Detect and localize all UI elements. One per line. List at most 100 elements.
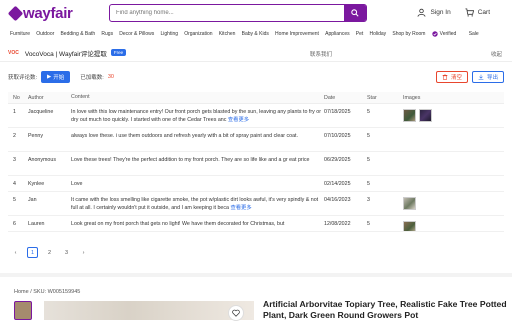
page-2[interactable]: 2 xyxy=(44,247,55,258)
extension-logo: VOC xyxy=(8,49,19,56)
contact-link[interactable]: 联系我们 xyxy=(310,50,332,58)
favorite-button[interactable] xyxy=(228,305,244,321)
nav-baby-kids[interactable]: Baby & Kids xyxy=(242,31,269,37)
search-bar xyxy=(109,4,367,22)
table-header: No Author Content Date Star Images xyxy=(8,92,504,104)
review-image-thumb[interactable] xyxy=(403,221,416,231)
row-content: Love these trees! They're the perfect ad… xyxy=(71,157,310,163)
row-content: always love these. i use them outdoors a… xyxy=(71,133,299,139)
category-nav: Furniture Outdoor Bedding & Bath Rugs De… xyxy=(0,28,512,40)
collapse-button[interactable]: 收起 xyxy=(491,50,502,58)
search-button[interactable] xyxy=(344,5,366,21)
download-icon xyxy=(478,74,484,80)
extension-title: VocoVoca | Wayfair评论提取 xyxy=(24,50,107,58)
start-button[interactable]: ▶ 开始 xyxy=(41,71,71,83)
sign-in-link[interactable]: Sign In xyxy=(417,8,451,17)
clear-button[interactable]: 清空 xyxy=(436,71,468,83)
nav-appliances[interactable]: Appliances xyxy=(325,31,349,37)
play-icon: ▶ xyxy=(47,74,52,80)
page-3[interactable]: 3 xyxy=(61,247,72,258)
nav-organization[interactable]: Organization xyxy=(184,31,212,37)
account-actions: Sign In Cart xyxy=(417,8,490,17)
row-no: 3 xyxy=(13,157,16,163)
nav-decor-pillows[interactable]: Decor & Pillows xyxy=(119,31,154,37)
view-more-link[interactable]: 查看更多 xyxy=(230,205,251,211)
row-no: 5 xyxy=(13,197,16,203)
nav-furniture[interactable]: Furniture xyxy=(10,31,30,37)
row-date: 07/10/2025 xyxy=(324,133,351,139)
row-star: 5 xyxy=(367,109,370,115)
table-row: 1 Jacqueline In love with this low maint… xyxy=(8,104,504,128)
row-date: 12/08/2022 xyxy=(324,221,351,227)
row-author: Kynlee xyxy=(28,181,45,187)
cart-link[interactable]: Cart xyxy=(465,8,490,17)
row-content-text: In love with this low maintenance entry!… xyxy=(71,109,321,123)
prev-page-icon[interactable]: ‹ xyxy=(10,247,21,258)
table-row: 6 Lauren Look great on my front porch th… xyxy=(8,216,504,232)
table-row: 4 Kynlee Love 02/14/2025 5 xyxy=(8,176,504,192)
logo-mark-icon xyxy=(7,5,24,21)
row-content: Look great on my front porch that gets n… xyxy=(71,221,285,227)
product-title: Artificial Arborvitae Topiary Tree, Real… xyxy=(263,299,507,320)
heart-icon xyxy=(232,309,240,317)
nav-shop-by-room[interactable]: Shop by Room xyxy=(392,31,425,37)
fetched-count: 30 xyxy=(107,74,114,80)
review-image-thumb[interactable] xyxy=(403,109,416,122)
user-icon xyxy=(417,8,426,17)
review-image-thumb[interactable] xyxy=(419,109,432,122)
logo-text: wayfair xyxy=(23,4,73,22)
nav-holiday[interactable]: Holiday xyxy=(370,31,387,37)
extension-header: VOC VocoVoca | Wayfair评论提取 Free xyxy=(0,44,512,62)
row-content: In love with this low maintenance entry!… xyxy=(71,109,324,124)
nav-outdoor[interactable]: Outdoor xyxy=(36,31,54,37)
sign-in-label: Sign In xyxy=(430,9,451,16)
nav-home-improvement[interactable]: Home Improvement xyxy=(275,31,319,37)
row-no: 4 xyxy=(13,181,16,187)
fetch-count-label: 获取评论数: xyxy=(8,75,38,81)
pagination: ‹ 1 2 3 › xyxy=(10,247,89,258)
nav-kitchen[interactable]: Kitchen xyxy=(219,31,236,37)
view-more-link[interactable]: 查看更多 xyxy=(228,117,249,123)
row-star: 3 xyxy=(367,197,370,203)
col-content: Content xyxy=(71,93,90,100)
row-content: It came with the loss smelling like ciga… xyxy=(71,197,324,212)
product-gallery-thumb[interactable] xyxy=(14,301,32,320)
col-author: Author xyxy=(28,94,44,101)
nav-sale[interactable]: Sale xyxy=(469,31,479,37)
cart-icon xyxy=(465,8,474,17)
row-content: Love xyxy=(71,181,83,187)
col-star: Star xyxy=(367,94,377,101)
row-images xyxy=(403,197,503,210)
row-date: 07/18/2025 xyxy=(324,109,351,115)
row-star: 5 xyxy=(367,181,370,187)
nav-verified-label: Verified xyxy=(439,31,457,37)
row-images xyxy=(403,109,503,122)
fetched-label: 已加载数: xyxy=(80,75,104,81)
row-star: 5 xyxy=(367,157,370,163)
col-date: Date xyxy=(324,94,336,101)
row-date: 04/16/2023 xyxy=(324,197,351,203)
export-button[interactable]: 导出 xyxy=(472,71,504,83)
breadcrumb[interactable]: Home / SKU: W005159945 xyxy=(14,289,80,295)
col-images: Images xyxy=(403,94,421,101)
nav-rugs[interactable]: Rugs xyxy=(101,31,113,37)
review-image-thumb[interactable] xyxy=(403,197,416,210)
nav-verified[interactable]: Verified xyxy=(431,31,463,37)
nav-lighting[interactable]: Lighting xyxy=(160,31,178,37)
page-1[interactable]: 1 xyxy=(27,247,38,258)
row-author: Jan xyxy=(28,197,37,203)
product-main-image[interactable] xyxy=(44,301,254,320)
row-no: 1 xyxy=(13,109,16,115)
nav-pet[interactable]: Pet xyxy=(356,31,364,37)
row-star: 5 xyxy=(367,133,370,139)
row-author: Anonymous xyxy=(28,157,56,163)
row-images xyxy=(403,221,503,231)
table-row: 3 Anonymous Love these trees! They're th… xyxy=(8,152,504,176)
reviews-table: No Author Content Date Star Images 1 Jac… xyxy=(8,92,504,232)
nav-bedding-bath[interactable]: Bedding & Bath xyxy=(60,31,95,37)
row-author: Penny xyxy=(28,133,44,139)
wayfair-logo[interactable]: wayfair xyxy=(7,4,106,22)
search-input[interactable] xyxy=(110,5,344,21)
row-no: 2 xyxy=(13,133,16,139)
next-page-icon[interactable]: › xyxy=(78,247,89,258)
